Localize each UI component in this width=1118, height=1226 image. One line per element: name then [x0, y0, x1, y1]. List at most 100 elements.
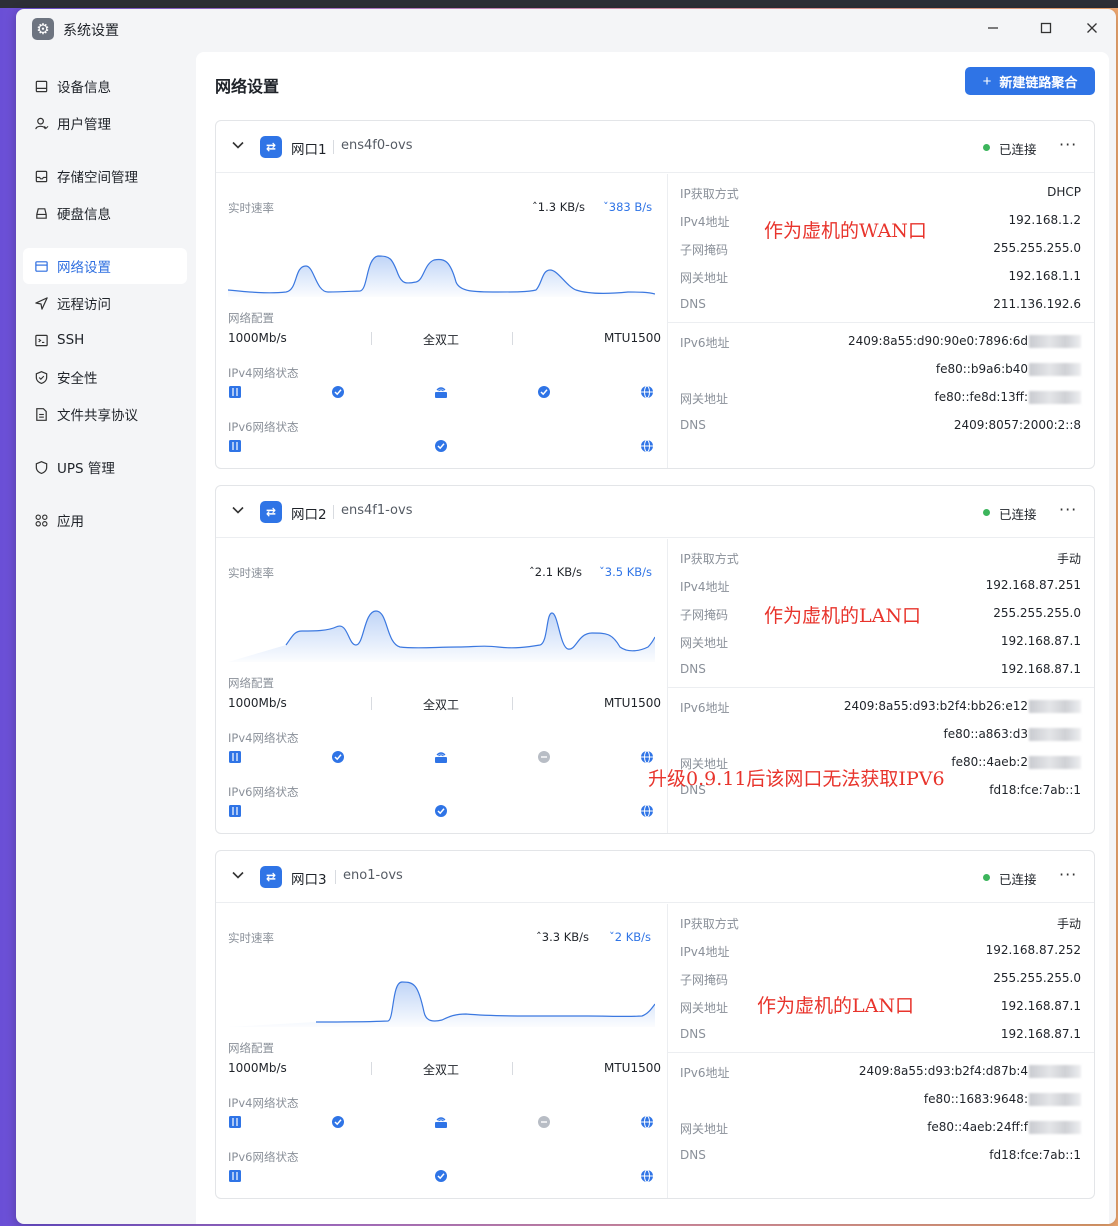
new-link-aggregation-button[interactable]: + 新建链路聚合 — [965, 67, 1095, 95]
more-options-icon[interactable]: ··· — [1059, 865, 1077, 884]
chevron-down-icon[interactable] — [230, 502, 246, 518]
ipv6-gateway: fe80::4aeb:2 — [951, 755, 1028, 769]
sidebar-item-label: 远程访问 — [57, 297, 111, 313]
check-icon — [435, 1170, 447, 1182]
download-speed: ˇ3.5 KB/s — [599, 565, 652, 579]
ipv6-address-1: 2409:8a55:d93:b2f4:d87b:4 — [858, 1064, 1028, 1078]
row-value: 手动 — [1056, 552, 1081, 566]
redacted-blur — [1029, 728, 1081, 741]
row-value: DHCP — [1047, 185, 1081, 199]
close-button[interactable] — [1081, 18, 1103, 40]
check-icon — [332, 751, 344, 763]
port-card-header[interactable]: ⇄ 网口2 ens4f1-ovs 已连接 ··· — [216, 486, 1094, 538]
sidebar-item-storage-management[interactable]: 存储空间管理 — [23, 158, 187, 194]
sidebar-item-label: SSH — [57, 332, 85, 348]
globe-icon — [641, 385, 653, 399]
ipv6-address-2: fe80::a863:d3 — [943, 727, 1028, 741]
port-name: 网口1 — [291, 142, 327, 158]
ipv6-row: IPv6地址 2409:8a55:d90:90e0:7896:6d — [668, 334, 1094, 354]
upload-speed-value: 2.1 KB/s — [534, 565, 582, 579]
ipv6-link-local-row: fe80::1683:9648: — [668, 1092, 1094, 1112]
red-annotation: 作为虚机的WAN口 — [764, 220, 927, 242]
ipv6-status-line — [228, 438, 656, 454]
port-card-header[interactable]: ⇄ 网口3 eno1-ovs 已连接 ··· — [216, 851, 1094, 903]
sidebar-item-security[interactable]: 安全性 — [23, 359, 187, 395]
chevron-down-icon[interactable] — [230, 867, 246, 883]
traffic-pane: 实时速率 ˆ1.3 KB/s ˇ383 B/s 网络配置 1000Mb/s 全双… — [216, 174, 667, 468]
sidebar-item-label: 网络设置 — [57, 260, 111, 276]
check-icon — [332, 386, 344, 398]
row-label: 子网掩码 — [680, 608, 729, 622]
divider — [371, 332, 372, 345]
sidebar-item-user-management[interactable]: 用户管理 — [23, 105, 187, 141]
download-speed: ˇ2 KB/s — [609, 930, 651, 944]
router-icon — [435, 1117, 447, 1128]
row-value: 2409:8a55:d93:b2f4:bb26:e12 — [844, 699, 1081, 713]
chevron-down-icon[interactable] — [230, 137, 246, 153]
traffic-sparkline — [228, 255, 655, 297]
upload-speed: ˆ1.3 KB/s — [532, 200, 585, 214]
traffic-pane: 实时速率 ˆ2.1 KB/s ˇ3.5 KB/s 网络配置 1000Mb/s 全… — [216, 539, 667, 833]
row-label: IP获取方式 — [680, 187, 739, 201]
window-title: 系统设置 — [63, 23, 119, 39]
terminal-icon — [33, 332, 49, 348]
link-speed: 1000Mb/s — [228, 1061, 287, 1075]
divider — [333, 505, 334, 519]
minimize-button[interactable] — [982, 18, 1004, 40]
realtime-speed-label: 实时速率 — [228, 566, 274, 580]
row-label: 子网掩码 — [680, 243, 729, 257]
ipv6-link-local-row: fe80::b9a6:b40 — [668, 362, 1094, 382]
ipv4-status-line — [228, 384, 656, 400]
status-badge: 已连接 — [999, 872, 1037, 887]
sidebar-item-ups-management[interactable]: UPS 管理 — [23, 449, 187, 485]
ipv6-row: IPv6地址 2409:8a55:d93:b2f4:d87b:4 — [668, 1064, 1094, 1084]
row-label: IPv6地址 — [680, 1066, 730, 1080]
sidebar-item-remote-access[interactable]: 远程访问 — [23, 285, 187, 321]
sidebar-item-label: 存储空间管理 — [57, 170, 138, 186]
row-value: fd18:fce:7ab::1 — [989, 783, 1081, 797]
port-card-header[interactable]: ⇄ 网口1 ens4f0-ovs 已连接 ··· — [216, 121, 1094, 173]
status-badge: 已连接 — [999, 142, 1037, 157]
sidebar-item-network-settings[interactable]: 网络设置 — [23, 248, 187, 284]
redacted-blur — [1029, 1093, 1081, 1106]
sidebar-item-device-info[interactable]: 设备信息 — [23, 68, 187, 104]
download-speed-value: 2 KB/s — [614, 930, 652, 944]
row-label: 子网掩码 — [680, 973, 729, 987]
redacted-blur — [1029, 700, 1081, 713]
device-icon — [33, 78, 49, 94]
redacted-blur — [1029, 1065, 1081, 1078]
file-share-icon — [33, 406, 49, 422]
row-value: fe80::1683:9648: — [924, 1092, 1081, 1106]
redacted-blur — [1029, 363, 1081, 376]
apps-icon — [33, 512, 49, 528]
upload-speed-value: 1.3 KB/s — [537, 200, 585, 214]
status-badge: 已连接 — [999, 507, 1037, 522]
divider — [333, 140, 334, 154]
gateway-row: 网关地址 192.168.87.1 — [668, 634, 1094, 654]
ipv4-row: IPv4地址 192.168.87.252 — [668, 943, 1094, 963]
sparkline-area — [228, 256, 655, 297]
row-label: IP获取方式 — [680, 917, 739, 931]
sidebar-item-apps[interactable]: 应用 — [23, 502, 187, 538]
sidebar-item-file-sharing-protocols[interactable]: 文件共享协议 — [23, 396, 187, 432]
maximize-button[interactable] — [1035, 18, 1057, 40]
divider — [668, 1052, 1094, 1053]
mtu-value: MTU1500 — [604, 331, 662, 345]
shield-check-icon — [33, 369, 49, 385]
row-label: 网关地址 — [680, 392, 729, 406]
ipv6-status-line — [228, 1168, 656, 1184]
user-icon — [33, 115, 49, 131]
more-options-icon[interactable]: ··· — [1059, 135, 1077, 154]
duplex-mode: 全双工 — [423, 1063, 460, 1077]
sidebar-item-label: 安全性 — [57, 371, 98, 387]
row-value: 192.168.87.1 — [1000, 634, 1081, 648]
row-label: IPv6地址 — [680, 701, 730, 715]
status-dot — [983, 144, 990, 151]
row-value: 192.168.87.1 — [1000, 662, 1081, 676]
more-options-icon[interactable]: ··· — [1059, 500, 1077, 519]
sidebar-item-label: UPS 管理 — [57, 461, 115, 477]
port-name: 网口2 — [291, 507, 327, 523]
port-name: 网口3 — [291, 872, 327, 888]
sidebar-item-disk-info[interactable]: 硬盘信息 — [23, 195, 187, 231]
sidebar-item-ssh[interactable]: SSH — [23, 322, 187, 358]
